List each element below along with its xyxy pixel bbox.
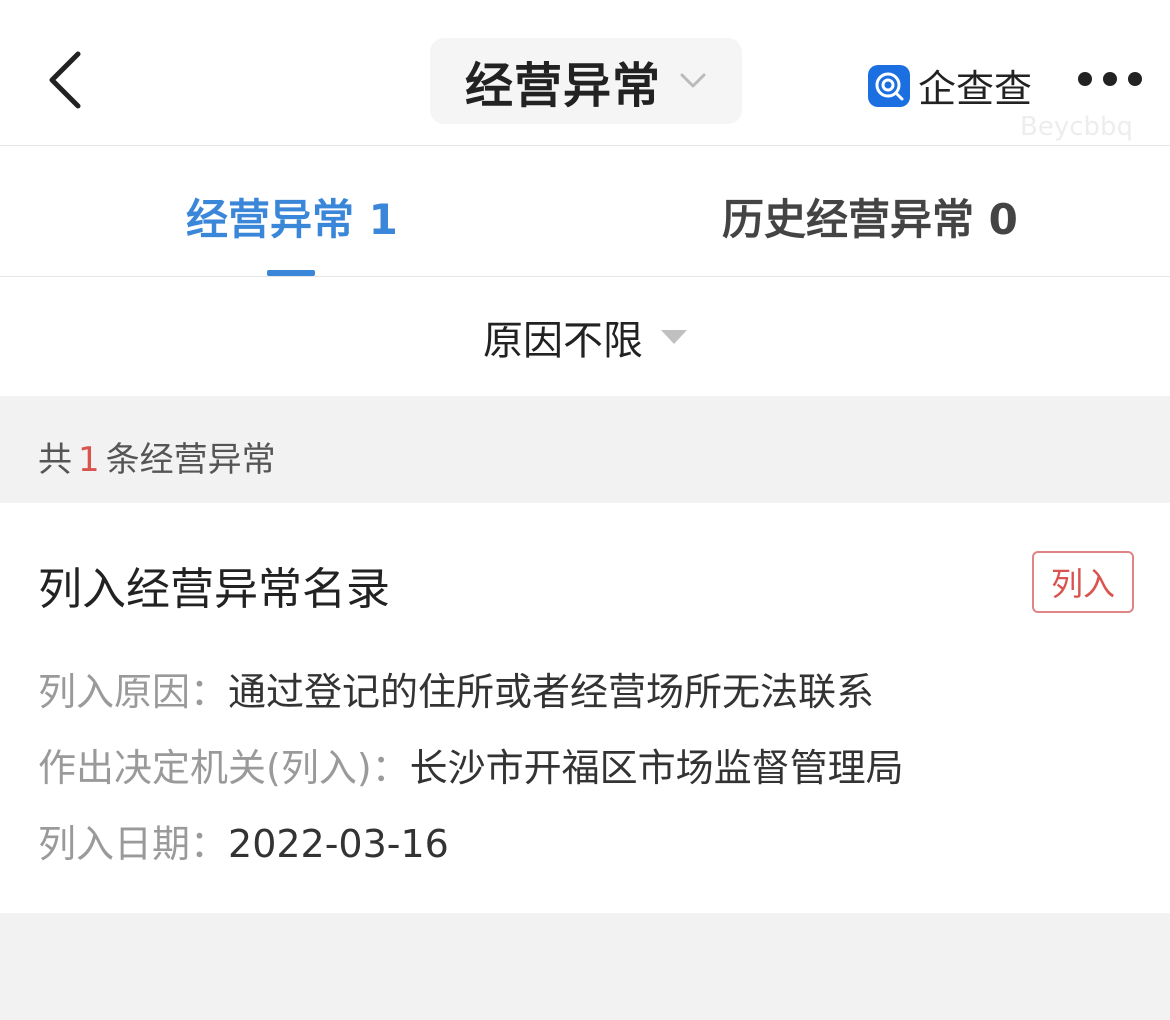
brand-name: 企查查 (918, 67, 1033, 111)
top-bar: 经营异常 企查查 Beycbbq (0, 0, 1170, 146)
field-label: 列入日期： (38, 822, 229, 866)
active-tab-indicator (267, 270, 315, 276)
chevron-left-icon (49, 51, 81, 109)
chevron-down-icon (680, 73, 706, 88)
result-summary: 共 1 条经营异常 (38, 432, 276, 481)
more-dot-icon (1078, 72, 1092, 86)
abnormal-record-card[interactable]: 列入经营异常名录 列入 列入原因：通过登记的住所或者经营场所无法联系 作出决定机… (0, 503, 1170, 913)
tab-business-abnormal[interactable]: 经营异常 1 (186, 186, 398, 247)
record-field-authority: 作出决定机关(列入)：长沙市开福区市场监督管理局 (38, 737, 904, 792)
summary-prefix: 共 (38, 440, 72, 480)
tab-history-abnormal[interactable]: 历史经营异常 0 (722, 186, 1018, 247)
record-title: 列入经营异常名录 (38, 564, 390, 615)
reason-filter-label: 原因不限 (483, 317, 643, 364)
field-value: 通过登记的住所或者经营场所无法联系 (228, 670, 875, 714)
more-options-button[interactable] (1078, 68, 1142, 90)
brand-logo-group[interactable]: 企查查 (868, 58, 1032, 113)
field-label: 列入原因： (38, 670, 229, 714)
summary-suffix: 条经营异常 (105, 440, 276, 480)
title-dropdown[interactable]: 经营异常 (430, 38, 742, 124)
qichacha-logo-icon (868, 64, 910, 107)
caret-down-icon (661, 329, 687, 344)
page-title: 经营异常 (464, 58, 661, 114)
result-count: 1 (78, 440, 100, 480)
record-field-reason: 列入原因：通过登记的住所或者经营场所无法联系 (38, 661, 874, 716)
field-value: 长沙市开福区市场监督管理局 (409, 746, 904, 790)
watermark: Beycbbq (1020, 112, 1134, 142)
more-dot-icon (1128, 72, 1142, 86)
reason-filter[interactable]: 原因不限 (0, 277, 1170, 396)
more-dot-icon (1103, 72, 1117, 86)
back-button[interactable] (44, 50, 88, 110)
status-badge: 列入 (1032, 551, 1134, 613)
field-label: 作出决定机关(列入)： (38, 746, 410, 790)
record-field-date: 列入日期：2022-03-16 (38, 813, 449, 868)
field-value: 2022-03-16 (228, 822, 449, 866)
tab-bar: 经营异常 1 历史经营异常 0 (0, 146, 1170, 277)
